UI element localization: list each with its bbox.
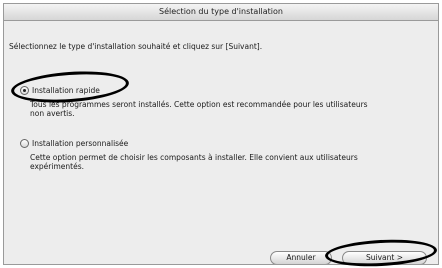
quick-install-description-line2: non avertis.: [30, 109, 75, 118]
cancel-button[interactable]: Annuler: [270, 251, 332, 264]
custom-install-label: Installation personnalisée: [32, 139, 129, 148]
custom-install-description-line1: Cette option permet de choisir les compo…: [30, 153, 358, 162]
window-content: Sélectionnez le type d'installation souh…: [4, 22, 438, 264]
quick-install-label: Installation rapide: [32, 86, 100, 95]
radio-button-unselected[interactable]: [20, 139, 29, 148]
radio-button-selected[interactable]: [20, 86, 29, 95]
custom-install-option[interactable]: Installation personnalisée: [20, 139, 128, 148]
quick-install-description: Tous les programmes seront installés. Ce…: [30, 100, 390, 118]
custom-install-description: Cette option permet de choisir les compo…: [30, 153, 390, 171]
custom-install-description-line2: expérimentés.: [30, 162, 84, 171]
next-button[interactable]: Suivant >: [342, 251, 427, 264]
installer-window: Sélection du type d'installation Sélecti…: [3, 3, 439, 265]
quick-install-description-line1: Tous les programmes seront installés. Ce…: [30, 100, 368, 109]
instruction-text: Sélectionnez le type d'installation souh…: [9, 42, 263, 51]
quick-install-option[interactable]: Installation rapide: [20, 86, 100, 95]
window-title: Sélection du type d'installation: [4, 4, 438, 21]
